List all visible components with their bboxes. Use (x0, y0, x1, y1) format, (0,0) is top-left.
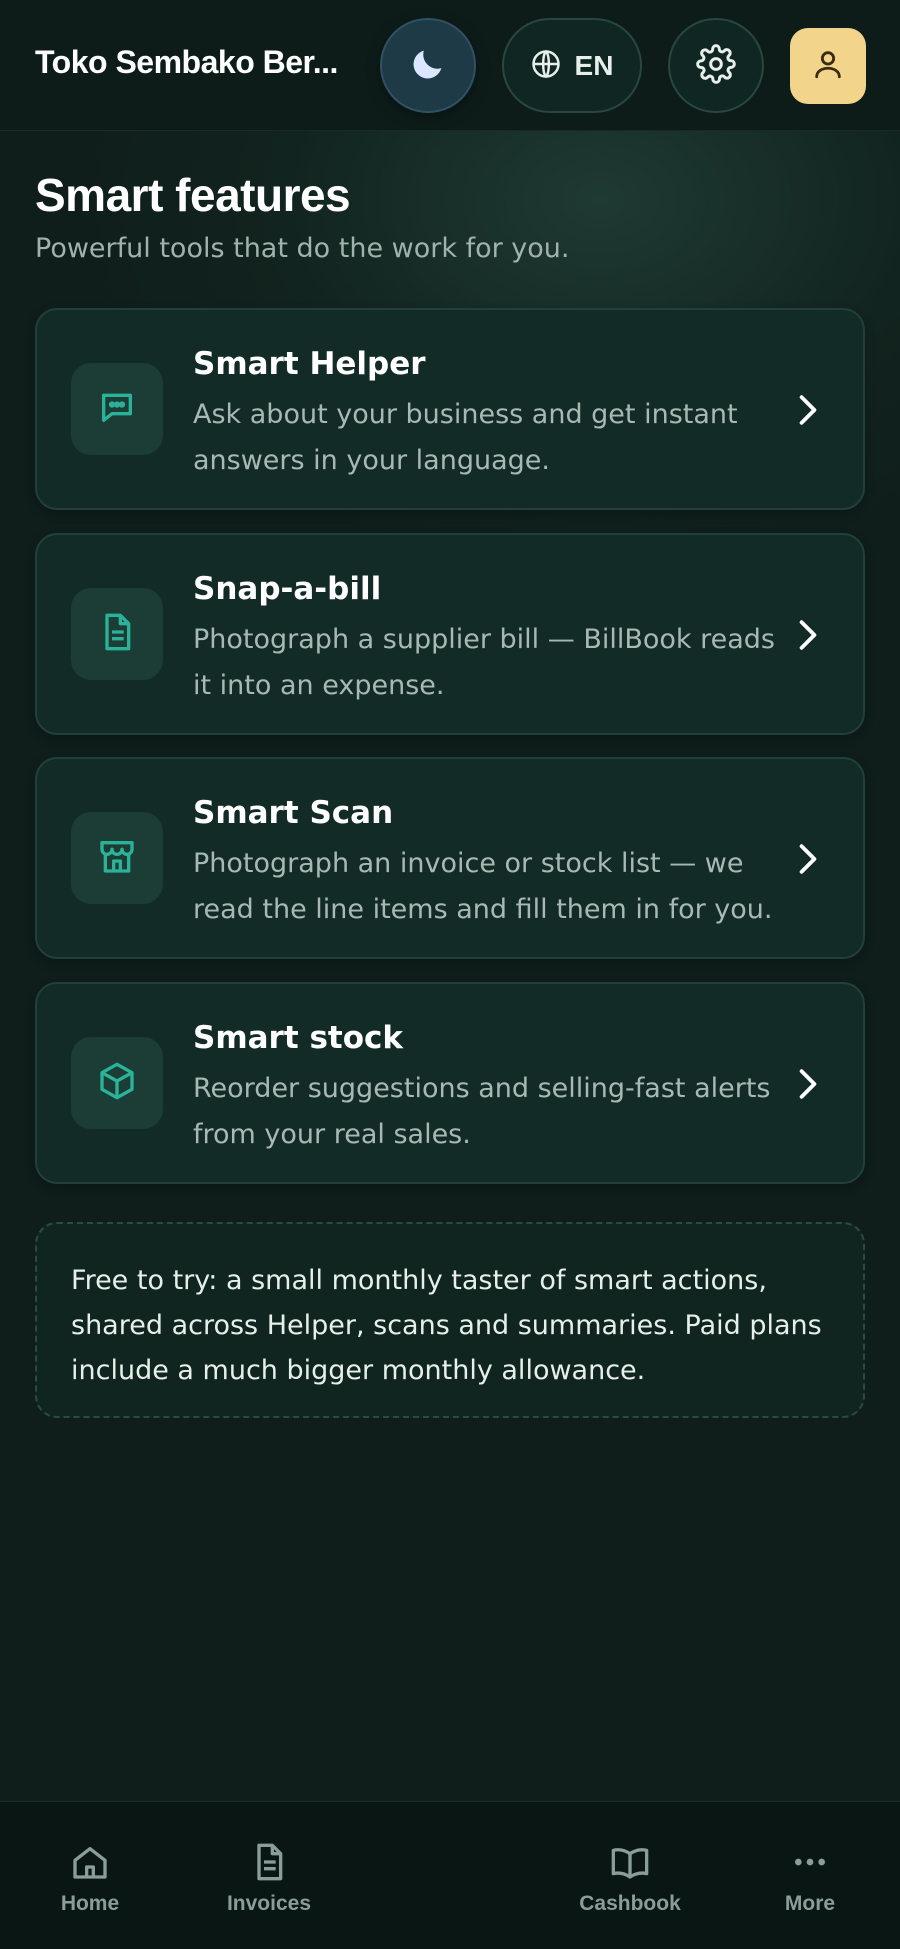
feature-icon-container (71, 363, 163, 455)
top-bar: Toko Sembako Ber... EN (0, 0, 900, 131)
nav-label: Home (60, 1892, 120, 1915)
globe-icon (531, 49, 561, 83)
moon-icon (408, 44, 448, 88)
feature-card-snap-a-bill[interactable]: Snap-a-bill Photograph a supplier bill —… (35, 533, 865, 735)
store-name[interactable]: Toko Sembako Ber... (35, 44, 360, 81)
document-icon (97, 612, 137, 656)
chevron-right-icon (793, 841, 823, 877)
nav-item-home[interactable]: Home (20, 1802, 160, 1949)
more-dots-icon (790, 1840, 830, 1884)
chevron-right-icon (793, 1066, 823, 1102)
page-title: Smart features (35, 169, 351, 221)
book-icon (610, 1840, 650, 1884)
feature-card-smart-helper[interactable]: Smart Helper Ask about your business and… (35, 308, 865, 510)
feature-title: Snap-a-bill (193, 571, 382, 607)
theme-toggle-button[interactable] (380, 18, 476, 113)
nav-item-cashbook[interactable]: Cashbook (560, 1802, 700, 1949)
feature-icon-container (71, 588, 163, 680)
gear-icon (696, 43, 736, 88)
allowance-note-text: Free to try: a small monthly taster of s… (71, 1265, 822, 1386)
nav-label: More (784, 1892, 836, 1915)
chevron-right-icon (793, 392, 823, 428)
store-icon (97, 836, 137, 880)
settings-button[interactable] (668, 18, 764, 113)
feature-description: Photograph a supplier bill — BillBook re… (193, 624, 776, 701)
document-icon (249, 1840, 289, 1884)
page-subtitle: Powerful tools that do the work for you. (35, 233, 570, 264)
feature-icon-container (71, 812, 163, 904)
nav-label: Cashbook (579, 1892, 681, 1915)
profile-button[interactable] (790, 28, 866, 104)
nav-item-invoices[interactable]: Invoices (199, 1802, 339, 1949)
language-button[interactable]: EN (502, 18, 642, 113)
allowance-note: Free to try: a small monthly taster of s… (35, 1222, 865, 1418)
feature-description: Photograph an invoice or stock list — we… (193, 848, 773, 925)
feature-card-smart-stock[interactable]: Smart stock Reorder suggestions and sell… (35, 982, 865, 1184)
feature-icon-container (71, 1037, 163, 1129)
feature-card-smart-scan[interactable]: Smart Scan Photograph an invoice or stoc… (35, 757, 865, 959)
feature-title: Smart Helper (193, 346, 426, 382)
box-icon (97, 1061, 137, 1105)
nav-label: Invoices (226, 1892, 312, 1915)
chevron-right-icon (793, 617, 823, 653)
nav-item-more[interactable]: More (740, 1802, 880, 1949)
feature-description: Ask about your business and get instant … (193, 399, 738, 476)
language-label: EN (574, 49, 614, 81)
app-root: Toko Sembako Ber... EN Smart features Po… (0, 0, 900, 1949)
feature-title: Smart Scan (193, 795, 394, 831)
home-icon (70, 1840, 110, 1884)
user-icon (811, 47, 845, 85)
feature-title: Smart stock (193, 1020, 404, 1056)
chat-bubble-icon (97, 387, 137, 431)
bottom-nav: Home Invoices Cashbook More (0, 1801, 900, 1949)
feature-description: Reorder suggestions and selling-fast ale… (193, 1073, 771, 1150)
